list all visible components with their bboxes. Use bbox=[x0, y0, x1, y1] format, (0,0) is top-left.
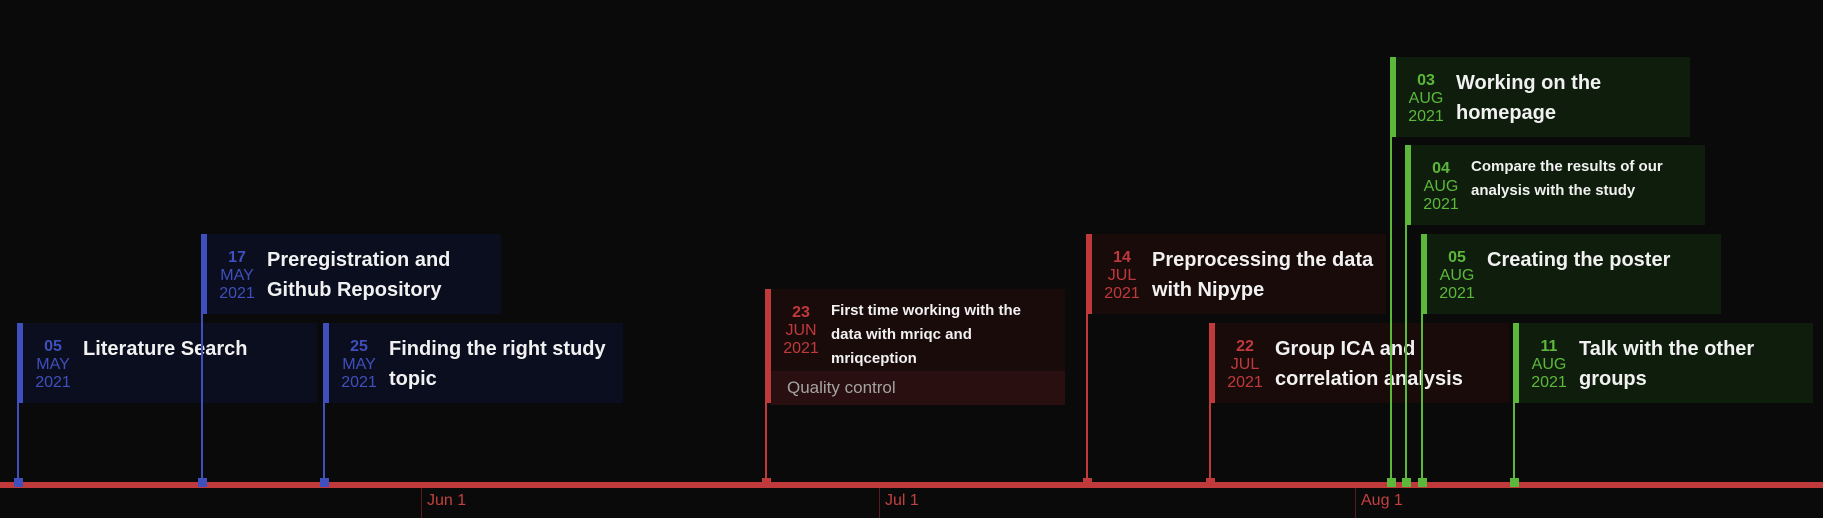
event-date-day: 05 bbox=[1448, 249, 1466, 266]
event-card-header: 04 AUG 2021 Compare the results of our anal… bbox=[1411, 145, 1705, 225]
event-date-month: AUG bbox=[1408, 90, 1444, 107]
event-card-header: 05 MAY 2021 Literature Search bbox=[23, 323, 317, 403]
event-date-day: 25 bbox=[350, 338, 368, 355]
event-date: 05 AUG 2021 bbox=[1427, 234, 1487, 302]
event-marker[interactable] bbox=[14, 478, 23, 487]
event-date-day: 14 bbox=[1113, 249, 1131, 266]
event-card-header: 14 JUL 2021 Preprocessing the data with Nip… bbox=[1092, 234, 1386, 314]
event-marker[interactable] bbox=[762, 478, 771, 487]
event-date: 17 MAY 2021 bbox=[207, 234, 267, 302]
event-title: First time working with the data with mr… bbox=[831, 302, 1022, 367]
event-card-group-ica[interactable]: 22 JUL 2021 Group ICA and correlation analy… bbox=[1209, 323, 1509, 403]
event-date-day: 17 bbox=[228, 249, 246, 266]
event-date-year: 2021 bbox=[219, 285, 255, 302]
event-date-month: AUG bbox=[1423, 178, 1459, 195]
event-card-nipype[interactable]: 14 JUL 2021 Preprocessing the data with Nip… bbox=[1086, 234, 1386, 314]
event-date-month: MAY bbox=[342, 356, 376, 373]
event-date-day: 05 bbox=[44, 338, 62, 355]
event-date: 04 AUG 2021 bbox=[1411, 145, 1471, 213]
axis-tick-label: Jul 1 bbox=[885, 492, 919, 509]
event-card-compare[interactable]: 04 AUG 2021 Compare the results of our anal… bbox=[1405, 145, 1705, 225]
event-date-day: 22 bbox=[1236, 338, 1254, 355]
event-date-year: 2021 bbox=[35, 374, 71, 391]
event-card-header: 23 JUN 2021 First time working with the dat… bbox=[771, 289, 1065, 371]
event-card-header: 11 AUG 2021 Talk with the other groups bbox=[1519, 323, 1813, 403]
event-title: Creating the poster bbox=[1487, 249, 1671, 271]
event-card-header: 03 AUG 2021 Working on the homepage bbox=[1396, 57, 1690, 137]
event-title: Working on the homepage bbox=[1456, 72, 1602, 124]
event-card-homepage[interactable]: 03 AUG 2021 Working on the homepage bbox=[1390, 57, 1690, 137]
event-date-day: 04 bbox=[1432, 160, 1450, 177]
event-date-year: 2021 bbox=[1439, 285, 1475, 302]
axis-tick bbox=[1355, 488, 1356, 518]
event-marker[interactable] bbox=[1402, 478, 1411, 487]
event-date-year: 2021 bbox=[1227, 374, 1263, 391]
event-card-header: 05 AUG 2021 Creating the poster bbox=[1427, 234, 1721, 314]
event-date-day: 11 bbox=[1540, 338, 1558, 355]
event-card-study-topic[interactable]: 25 MAY 2021 Finding the right study topic bbox=[323, 323, 623, 403]
event-date-month: MAY bbox=[220, 267, 254, 284]
event-marker[interactable] bbox=[1510, 478, 1519, 487]
event-date: 05 MAY 2021 bbox=[23, 323, 83, 391]
event-date-day: 03 bbox=[1417, 72, 1435, 89]
event-date-month: JUL bbox=[1107, 267, 1137, 284]
axis-tick-label: Aug 1 bbox=[1361, 492, 1403, 509]
event-date-year: 2021 bbox=[1104, 285, 1140, 302]
event-date-year: 2021 bbox=[783, 340, 819, 357]
event-date-year: 2021 bbox=[341, 374, 377, 391]
event-marker[interactable] bbox=[198, 478, 207, 487]
event-date: 22 JUL 2021 bbox=[1215, 323, 1275, 391]
event-card-lit-search[interactable]: 05 MAY 2021 Literature Search bbox=[17, 323, 317, 403]
event-date: 03 AUG 2021 bbox=[1396, 57, 1456, 125]
event-marker[interactable] bbox=[1387, 478, 1396, 487]
event-title: Literature Search bbox=[83, 338, 248, 360]
event-title: Finding the right study topic bbox=[389, 338, 606, 390]
event-title: Talk with the other groups bbox=[1579, 338, 1755, 390]
axis-tick-label: Jun 1 bbox=[427, 492, 467, 509]
axis-tick bbox=[421, 488, 422, 518]
event-title: Group ICA and correlation analysis bbox=[1275, 338, 1463, 390]
event-card-prereg[interactable]: 17 MAY 2021 Preregistration and Github Repo… bbox=[201, 234, 501, 314]
event-date: 23 JUN 2021 bbox=[771, 289, 831, 357]
event-card-poster[interactable]: 05 AUG 2021 Creating the poster bbox=[1421, 234, 1721, 314]
event-title: Preprocessing the data with Nipype bbox=[1152, 249, 1374, 301]
event-title: Preregistration and Github Repository bbox=[267, 249, 451, 301]
event-date-year: 2021 bbox=[1408, 108, 1444, 125]
event-date: 11 AUG 2021 bbox=[1519, 323, 1579, 391]
event-date-month: AUG bbox=[1439, 267, 1475, 284]
event-marker[interactable] bbox=[1083, 478, 1092, 487]
event-date-day: 23 bbox=[792, 304, 810, 321]
event-marker[interactable] bbox=[320, 478, 329, 487]
event-date-month: JUN bbox=[785, 322, 817, 339]
event-date-month: MAY bbox=[36, 356, 70, 373]
event-subtitle: Quality control bbox=[771, 371, 1065, 405]
event-card-header: 22 JUL 2021 Group ICA and correlation analy… bbox=[1215, 323, 1509, 403]
axis-tick bbox=[879, 488, 880, 518]
event-date-year: 2021 bbox=[1531, 374, 1567, 391]
event-date: 25 MAY 2021 bbox=[329, 323, 389, 391]
timeline-axis bbox=[0, 482, 1823, 488]
event-date-month: JUL bbox=[1230, 356, 1260, 373]
event-card-mriqc[interactable]: 23 JUN 2021 First time working with the dat… bbox=[765, 289, 1065, 405]
event-date-year: 2021 bbox=[1423, 196, 1459, 213]
event-card-header: 17 MAY 2021 Preregistration and Github Repo… bbox=[207, 234, 501, 314]
event-date: 14 JUL 2021 bbox=[1092, 234, 1152, 302]
event-title: Compare the results of our analysis with… bbox=[1471, 158, 1663, 199]
event-marker[interactable] bbox=[1418, 478, 1427, 487]
event-card-header: 25 MAY 2021 Finding the right study topic bbox=[329, 323, 623, 403]
event-date-month: AUG bbox=[1531, 356, 1567, 373]
event-marker[interactable] bbox=[1206, 478, 1215, 487]
timeline: Jun 1 Jul 1 Aug 1 05 MAY 2021 Literature Searc… bbox=[0, 0, 1823, 518]
event-card-talk[interactable]: 11 AUG 2021 Talk with the other groups bbox=[1513, 323, 1813, 403]
